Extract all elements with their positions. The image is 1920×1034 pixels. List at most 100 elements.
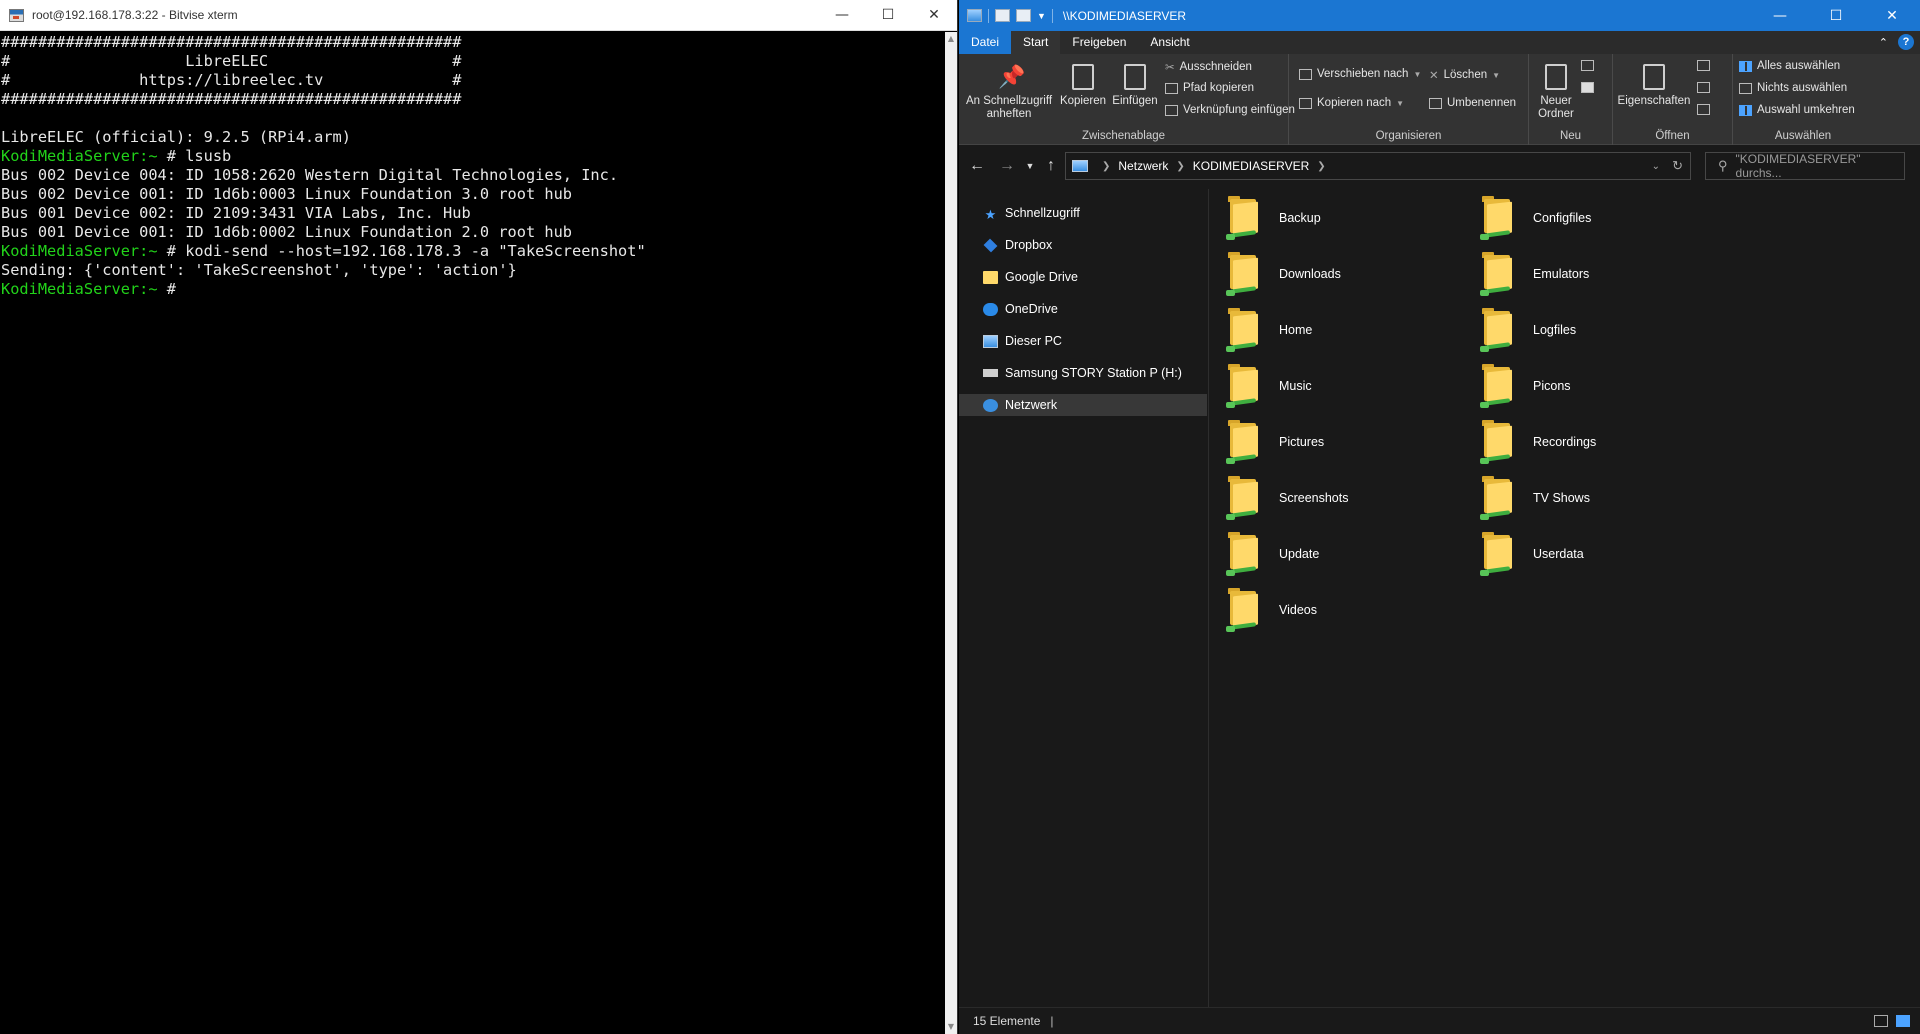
help-icon[interactable]: ? <box>1898 34 1914 50</box>
nav-item[interactable]: ★ Schnellzugriff <box>959 202 1207 224</box>
tab-ansicht[interactable]: Ansicht <box>1138 31 1201 54</box>
pin-quick-access-button[interactable]: 📌 An Schnellzugriff anheften <box>963 64 1055 121</box>
back-arrow-icon[interactable]: ← <box>967 156 987 176</box>
recent-locations-icon[interactable]: ▼ <box>1020 156 1040 176</box>
network-folder-item[interactable]: Emulators <box>1464 248 1714 300</box>
explorer-window: ▼ \\KODIMEDIASERVER — ☐ ✕ Datei Start Fr… <box>959 0 1920 1034</box>
breadcrumb-kodimediaserver[interactable]: KODIMEDIASERVER <box>1193 159 1309 173</box>
terminal-window: root@192.168.178.3:22 - Bitvise xterm — … <box>0 0 958 1034</box>
ribbon-group-label: Auswählen <box>1774 130 1832 142</box>
close-icon[interactable]: ✕ <box>1864 0 1920 31</box>
network-folder-item[interactable]: Downloads <box>1210 248 1460 300</box>
edit-icon <box>1697 82 1710 93</box>
nav-item[interactable]: Google Drive <box>959 266 1207 288</box>
tab-freigeben[interactable]: Freigeben <box>1060 31 1138 54</box>
tab-start[interactable]: Start <box>1011 31 1061 54</box>
scissors-icon: ✂ <box>1165 62 1175 74</box>
minimize-icon[interactable]: — <box>819 0 865 31</box>
move-to-button[interactable]: Verschieben nach ▼ <box>1299 68 1421 80</box>
terminal-text: ########################################… <box>1 90 462 108</box>
chevron-up-icon[interactable]: ⌃ <box>1879 36 1888 49</box>
network-folder-item[interactable]: Backup <box>1210 192 1460 244</box>
cut-button[interactable]: ✂ Ausschneiden <box>1165 60 1252 74</box>
network-folder-item[interactable]: Configfiles <box>1464 192 1714 244</box>
copy-button[interactable]: Kopieren <box>1058 64 1108 108</box>
folder-name: Picons <box>1533 379 1571 393</box>
network-folder-item[interactable]: Recordings <box>1464 416 1714 468</box>
navigation-pane[interactable]: ★ Schnellzugriff Dropbox Google Drive OneDri… <box>959 189 1209 1007</box>
move-icon <box>1299 68 1312 80</box>
nav-item[interactable]: Dieser PC <box>959 330 1207 352</box>
explorer-title-bar[interactable]: ▼ \\KODIMEDIASERVER — ☐ ✕ <box>959 0 1920 31</box>
file-list[interactable]: Backup Configfiles Downloads Emulators Home L… <box>1210 189 1920 1007</box>
new-folder-icon[interactable] <box>1016 9 1031 22</box>
select-all-button[interactable]: Alles auswählen <box>1739 60 1840 72</box>
quick-access-toolbar: ▼ <box>967 8 1053 23</box>
copy-path-button[interactable]: Pfad kopieren <box>1165 82 1254 94</box>
terminal-line: ########################################… <box>1 90 945 109</box>
large-icons-view-icon[interactable] <box>1896 1015 1910 1027</box>
nav-item[interactable]: Samsung STORY Station P (H:) <box>959 362 1207 384</box>
chevron-right-icon[interactable]: ❯ <box>1317 161 1325 172</box>
scroll-down-icon[interactable]: ▼ <box>945 1020 957 1034</box>
new-item-button[interactable] <box>1581 60 1594 71</box>
nav-item[interactable]: Netzwerk <box>959 394 1207 416</box>
details-view-icon[interactable] <box>1874 1015 1888 1027</box>
history-button[interactable] <box>1697 104 1710 115</box>
new-folder-button[interactable]: Neuer Ordner <box>1533 64 1579 121</box>
search-box[interactable]: ⚲ "KODIMEDIASERVER" durchs... <box>1705 152 1905 180</box>
invert-selection-button[interactable]: Auswahl umkehren <box>1739 104 1855 116</box>
folder-name: Home <box>1279 323 1313 337</box>
address-bar[interactable]: ❯ Netzwerk ❯ KODIMEDIASERVER ❯ ⌄ ↻ <box>1065 152 1691 180</box>
properties-button[interactable]: Eigenschaften <box>1617 64 1691 108</box>
network-folder-item[interactable]: TV Shows <box>1464 472 1714 524</box>
network-folder-item[interactable]: Pictures <box>1210 416 1460 468</box>
maximize-icon[interactable]: ☐ <box>865 0 911 31</box>
chevron-down-icon[interactable]: ⌄ <box>1652 161 1660 172</box>
network-folder-item[interactable]: Videos <box>1210 584 1460 636</box>
rename-button[interactable]: Umbenennen <box>1429 97 1516 109</box>
up-arrow-icon[interactable]: ↑ <box>1041 156 1061 176</box>
chevron-right-icon[interactable]: ❯ <box>1102 161 1110 172</box>
tab-datei[interactable]: Datei <box>959 31 1012 54</box>
delete-button[interactable]: ✕ Löschen ▼ <box>1429 68 1500 82</box>
chevron-down-icon[interactable]: ▼ <box>1037 11 1046 21</box>
properties-icon[interactable] <box>995 9 1010 22</box>
paste-shortcut-button[interactable]: Verknüpfung einfügen <box>1165 104 1295 116</box>
network-folder-item[interactable]: Music <box>1210 360 1460 412</box>
rename-icon <box>1429 97 1442 109</box>
terminal-output[interactable]: ########################################… <box>1 33 945 1034</box>
network-folder-item[interactable]: Screenshots <box>1210 472 1460 524</box>
easy-access-button[interactable] <box>1581 82 1594 93</box>
checkmark-icon <box>1643 64 1665 90</box>
ribbon-group-organize: Verschieben nach ▼ Kopieren nach ▼ ✕ Lös… <box>1289 54 1529 145</box>
refresh-icon[interactable]: ↻ <box>1672 158 1683 174</box>
forward-arrow-icon[interactable]: → <box>997 156 1017 176</box>
close-icon[interactable]: ✕ <box>911 0 957 31</box>
dropbox-icon <box>983 238 998 252</box>
paste-button[interactable]: Einfügen <box>1110 64 1160 108</box>
folder-name: Emulators <box>1533 267 1590 281</box>
nav-item[interactable]: OneDrive <box>959 298 1207 320</box>
nav-item[interactable]: Dropbox <box>959 234 1207 256</box>
terminal-line: # LibreELEC # <box>1 52 945 71</box>
maximize-icon[interactable]: ☐ <box>1808 0 1864 31</box>
folder-name: Pictures <box>1279 435 1325 449</box>
scroll-up-icon[interactable]: ▲ <box>945 32 957 46</box>
network-folder-item[interactable]: Home <box>1210 304 1460 356</box>
network-folder-item[interactable]: Userdata <box>1464 528 1714 580</box>
open-button[interactable] <box>1697 60 1710 71</box>
terminal-title-bar[interactable]: root@192.168.178.3:22 - Bitvise xterm — … <box>0 0 957 31</box>
network-folder-item[interactable]: Logfiles <box>1464 304 1714 356</box>
chevron-right-icon[interactable]: ❯ <box>1176 161 1184 172</box>
breadcrumb-netzwerk[interactable]: Netzwerk <box>1118 159 1168 173</box>
network-folder-item[interactable]: Picons <box>1464 360 1714 412</box>
terminal-scrollbar[interactable]: ▲ ▼ <box>945 32 957 1034</box>
copy-to-button[interactable]: Kopieren nach ▼ <box>1299 97 1404 109</box>
network-folder-item[interactable]: Update <box>1210 528 1460 580</box>
folder-name: Downloads <box>1279 267 1341 281</box>
minimize-icon[interactable]: — <box>1752 0 1808 31</box>
terminal-text: Bus 002 Device 004: ID 1058:2620 Western… <box>1 166 619 184</box>
edit-button[interactable] <box>1697 82 1710 93</box>
select-none-button[interactable]: Nichts auswählen <box>1739 82 1847 94</box>
